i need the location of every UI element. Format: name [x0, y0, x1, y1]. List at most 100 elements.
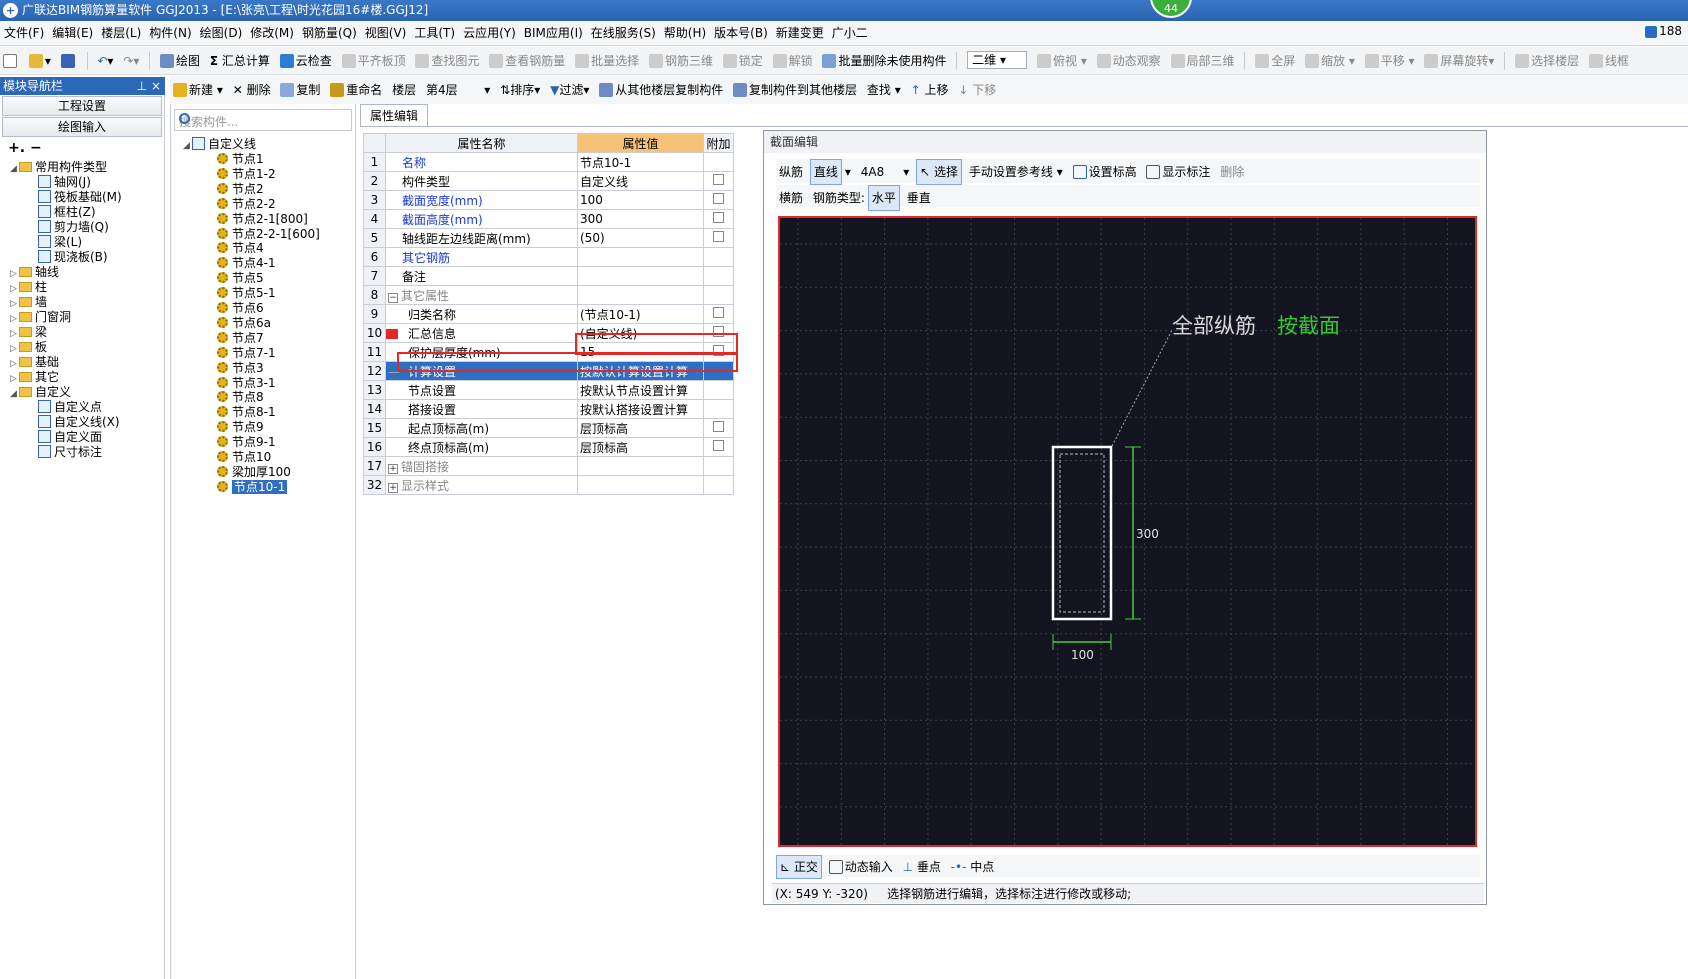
- property-value-cell[interactable]: 按默认搭接设置计算: [577, 399, 704, 419]
- tree-node-11[interactable]: ▷ 梁: [10, 324, 47, 340]
- delete-rebar-button[interactable]: 删除: [1217, 160, 1247, 184]
- table-row[interactable]: 6 其它钢筋: [363, 247, 734, 267]
- property-value-cell[interactable]: [577, 456, 704, 476]
- wireframe-button[interactable]: 线框: [1586, 47, 1632, 74]
- tree-node-13[interactable]: ▷ 基础: [10, 354, 59, 370]
- section-drawing[interactable]: 全部纵筋 按截面 300 100: [780, 218, 1475, 845]
- close-icon[interactable]: ×: [151, 77, 161, 95]
- table-row[interactable]: 2 构件类型 自定义线: [363, 171, 734, 191]
- extra-checkbox[interactable]: [713, 212, 724, 223]
- menu-item-6[interactable]: 钢筋量(Q): [298, 21, 361, 45]
- fullscreen-button[interactable]: 全屏: [1252, 47, 1298, 74]
- tree-node-7[interactable]: ▷ 轴线: [10, 264, 59, 280]
- component-item[interactable]: 梁加厚100: [217, 464, 291, 480]
- property-value-cell[interactable]: 自定义线: [577, 171, 704, 191]
- new-component-button[interactable]: 新建 ▾: [170, 76, 226, 104]
- component-item[interactable]: 节点1: [217, 151, 264, 167]
- menu-item-3[interactable]: 构件(N): [145, 21, 195, 45]
- component-item[interactable]: 节点2-2-1[600]: [217, 226, 320, 242]
- menu-item-7[interactable]: 视图(V): [361, 21, 411, 45]
- tree-node-12[interactable]: ▷ 板: [10, 339, 47, 355]
- extra-checkbox[interactable]: [713, 193, 724, 204]
- component-item[interactable]: 节点5: [217, 270, 264, 286]
- cloud-check-button[interactable]: 云检查: [277, 47, 335, 74]
- expand-box-icon[interactable]: +: [388, 482, 398, 493]
- table-row[interactable]: 4 截面高度(mm) 300: [363, 209, 734, 229]
- table-row[interactable]: 7 备注: [363, 266, 734, 286]
- property-value-cell[interactable]: 层顶标高: [577, 418, 704, 438]
- user-indicator[interactable]: 188: [1645, 24, 1682, 38]
- copy-component-button[interactable]: 复制: [277, 76, 323, 104]
- lock-button[interactable]: 锁定: [720, 47, 766, 74]
- component-item[interactable]: 节点9-1: [217, 434, 276, 450]
- property-value-cell[interactable]: [577, 247, 704, 267]
- copy-to-floor-button[interactable]: 复制构件到其他楼层: [730, 76, 860, 104]
- find-element-button[interactable]: 查找图元: [412, 47, 482, 74]
- project-settings-button[interactable]: 工程设置: [2, 96, 162, 116]
- property-value-cell[interactable]: 节点10-1: [577, 152, 704, 172]
- menu-item-5[interactable]: 修改(M): [246, 21, 298, 45]
- component-item[interactable]: 节点6a: [217, 315, 271, 331]
- extra-checkbox[interactable]: [713, 174, 724, 185]
- batch-select-button[interactable]: 批量选择: [572, 47, 642, 74]
- menu-item-13[interactable]: 版本号(B): [710, 21, 772, 45]
- extra-checkbox[interactable]: [713, 307, 724, 318]
- component-item[interactable]: 节点3: [217, 360, 264, 376]
- collapse-arrow-icon[interactable]: ◢: [10, 161, 19, 177]
- unlock-button[interactable]: 解锁: [770, 47, 816, 74]
- expand-all-icon[interactable]: +: [8, 140, 20, 156]
- extra-checkbox[interactable]: [713, 231, 724, 242]
- batch-delete-button[interactable]: 批量删除未使用构件: [819, 47, 949, 74]
- component-root[interactable]: ◢ 自定义线: [183, 136, 256, 152]
- tree-node-4[interactable]: 剪力墙(Q): [38, 219, 109, 235]
- select-floor-button[interactable]: 选择楼层: [1512, 47, 1582, 74]
- tree-node-19[interactable]: 尺寸标注: [38, 444, 102, 460]
- tree-node-8[interactable]: ▷ 柱: [10, 279, 47, 295]
- property-value-cell[interactable]: 100: [577, 190, 704, 210]
- property-value-cell[interactable]: 300: [577, 209, 704, 229]
- find-button[interactable]: 查找 ▾: [864, 76, 904, 104]
- expand-box-icon[interactable]: +: [388, 463, 398, 474]
- tree-node-6[interactable]: 现浇板(B): [38, 249, 108, 265]
- section-rect[interactable]: [1051, 445, 1113, 621]
- undo-button[interactable]: ↶▾: [94, 47, 116, 74]
- new-file-button[interactable]: [0, 47, 22, 74]
- component-item[interactable]: 节点3-1: [217, 375, 276, 391]
- move-down-button[interactable]: ↓ 下移: [955, 76, 999, 104]
- height-dimension-text[interactable]: 300: [1136, 527, 1159, 541]
- set-elevation-button[interactable]: 设置标高: [1070, 160, 1140, 184]
- move-up-button[interactable]: ↑ 上移: [908, 76, 952, 104]
- component-item[interactable]: 节点2-1[800]: [217, 211, 308, 227]
- property-value-cell[interactable]: [577, 285, 704, 305]
- view-mode-select[interactable]: 二维 ▾: [964, 47, 1030, 74]
- draw-button[interactable]: 绘图: [157, 47, 203, 74]
- filter-button[interactable]: ▼过滤▾: [547, 76, 592, 104]
- tree-expand-collapse[interactable]: +. −: [0, 137, 164, 159]
- table-row[interactable]: 15 起点顶标高(m) 层顶标高: [363, 418, 734, 438]
- table-row[interactable]: 16 终点顶标高(m) 层顶标高: [363, 437, 734, 457]
- table-row[interactable]: 32 + 显示样式: [363, 475, 734, 495]
- line-mode-button[interactable]: 直线: [809, 159, 842, 185]
- tree-node-1[interactable]: 轴网(J): [38, 174, 91, 190]
- component-item[interactable]: 节点6: [217, 300, 264, 316]
- show-dimension-button[interactable]: 显示标注: [1143, 160, 1213, 184]
- table-row[interactable]: 14 搭接设置 按默认搭接设置计算: [363, 399, 734, 419]
- component-item[interactable]: 节点5-1: [217, 285, 276, 301]
- tree-node-0[interactable]: ◢ 常用构件类型: [10, 159, 107, 175]
- tree-node-3[interactable]: 框柱(Z): [38, 204, 96, 220]
- table-row[interactable]: 17 + 锚固搭接: [363, 456, 734, 476]
- local-3d-button[interactable]: 局部三维: [1168, 47, 1238, 74]
- menu-item-9[interactable]: 云应用(Y): [459, 21, 520, 45]
- property-value-cell[interactable]: (50): [577, 228, 704, 248]
- component-item[interactable]: 节点8-1: [217, 404, 276, 420]
- save-button[interactable]: [58, 47, 80, 74]
- line-mode-dropdown[interactable]: ▾: [842, 160, 854, 184]
- component-item[interactable]: 节点9: [217, 419, 264, 435]
- dynamic-input-button[interactable]: 动态输入: [826, 856, 896, 878]
- component-item[interactable]: 节点2-2: [217, 196, 276, 212]
- menu-item-14[interactable]: 新建变更: [772, 21, 828, 45]
- menu-item-11[interactable]: 在线服务(S): [587, 21, 660, 45]
- component-item[interactable]: 节点1-2: [217, 166, 276, 182]
- tree-node-9[interactable]: ▷ 墙: [10, 294, 47, 310]
- menu-item-12[interactable]: 帮助(H): [660, 21, 710, 45]
